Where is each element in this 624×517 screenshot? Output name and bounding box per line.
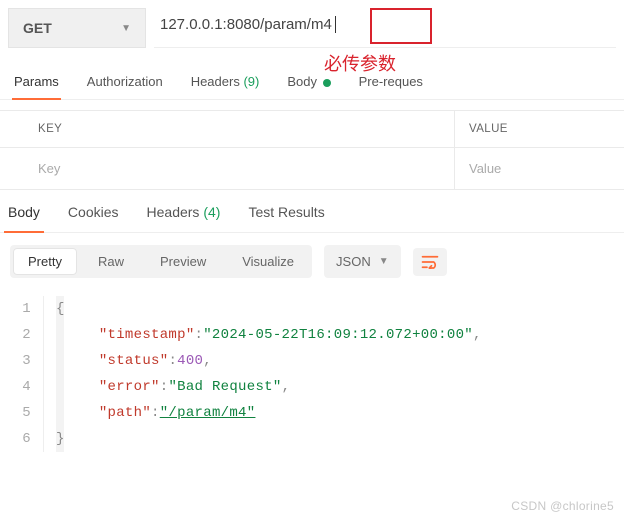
resp-tab-cookies[interactable]: Cookies (64, 204, 123, 232)
chevron-down-icon: ▼ (379, 256, 389, 267)
wrap-lines-button[interactable] (413, 248, 447, 276)
url-text-highlight: m4 (311, 16, 332, 33)
params-table-header: KEY VALUE (0, 110, 624, 148)
http-method-label: GET (23, 20, 52, 36)
tab-prerequest[interactable]: Pre-reques (359, 74, 423, 99)
column-header-key: KEY (0, 111, 454, 147)
params-table-row: Key Value (0, 148, 624, 190)
tab-authorization[interactable]: Authorization (87, 74, 163, 99)
resp-tab-headers[interactable]: Headers (4) (143, 204, 225, 232)
url-text-prefix: 127.0.0.1:8080/param/ (160, 16, 311, 33)
view-mode-group: Pretty Raw Preview Visualize (10, 245, 312, 278)
json-key: "error" (99, 374, 160, 400)
wrap-icon (421, 255, 439, 269)
param-value-input[interactable]: Value (454, 148, 624, 189)
json-value: "2024-05-22T16:09:12.072+00:00" (203, 322, 473, 348)
view-mode-visualize[interactable]: Visualize (224, 245, 312, 278)
annotation-label: 必传参数 (324, 50, 396, 76)
response-toolbar: Pretty Raw Preview Visualize JSON ▼ (0, 233, 624, 290)
resp-tab-body[interactable]: Body (4, 204, 44, 232)
tab-body[interactable]: Body (287, 74, 330, 99)
http-method-select[interactable]: GET ▼ (8, 8, 146, 48)
json-value: 400 (177, 348, 203, 374)
json-key: "path" (99, 400, 151, 426)
resp-tab-test-results[interactable]: Test Results (244, 204, 328, 232)
dot-icon (323, 79, 331, 87)
json-value: "/param/m4" (160, 400, 256, 426)
tab-headers[interactable]: Headers (9) (191, 74, 260, 99)
tab-params[interactable]: Params (14, 74, 59, 99)
response-lang-select[interactable]: JSON ▼ (324, 245, 401, 278)
response-tabs: Body Cookies Headers (4) Test Results (0, 190, 624, 233)
json-key: "timestamp" (99, 322, 195, 348)
request-tabs: Params Authorization Headers (9) Body Pr… (0, 56, 624, 100)
view-mode-pretty[interactable]: Pretty (13, 248, 77, 275)
response-body-viewer[interactable]: 1{ 2 "timestamp": "2024-05-22T16:09:12.0… (0, 290, 624, 472)
view-mode-preview[interactable]: Preview (142, 245, 224, 278)
param-key-input[interactable]: Key (0, 148, 454, 189)
json-key: "status" (99, 348, 169, 374)
url-input[interactable]: 127.0.0.1:8080/param/m4 (154, 8, 616, 48)
column-header-value: VALUE (454, 111, 624, 147)
text-cursor (331, 16, 336, 33)
chevron-down-icon: ▼ (121, 23, 131, 34)
view-mode-raw[interactable]: Raw (80, 245, 142, 278)
watermark: CSDN @chlorine5 (511, 499, 614, 513)
json-value: "Bad Request" (168, 374, 281, 400)
